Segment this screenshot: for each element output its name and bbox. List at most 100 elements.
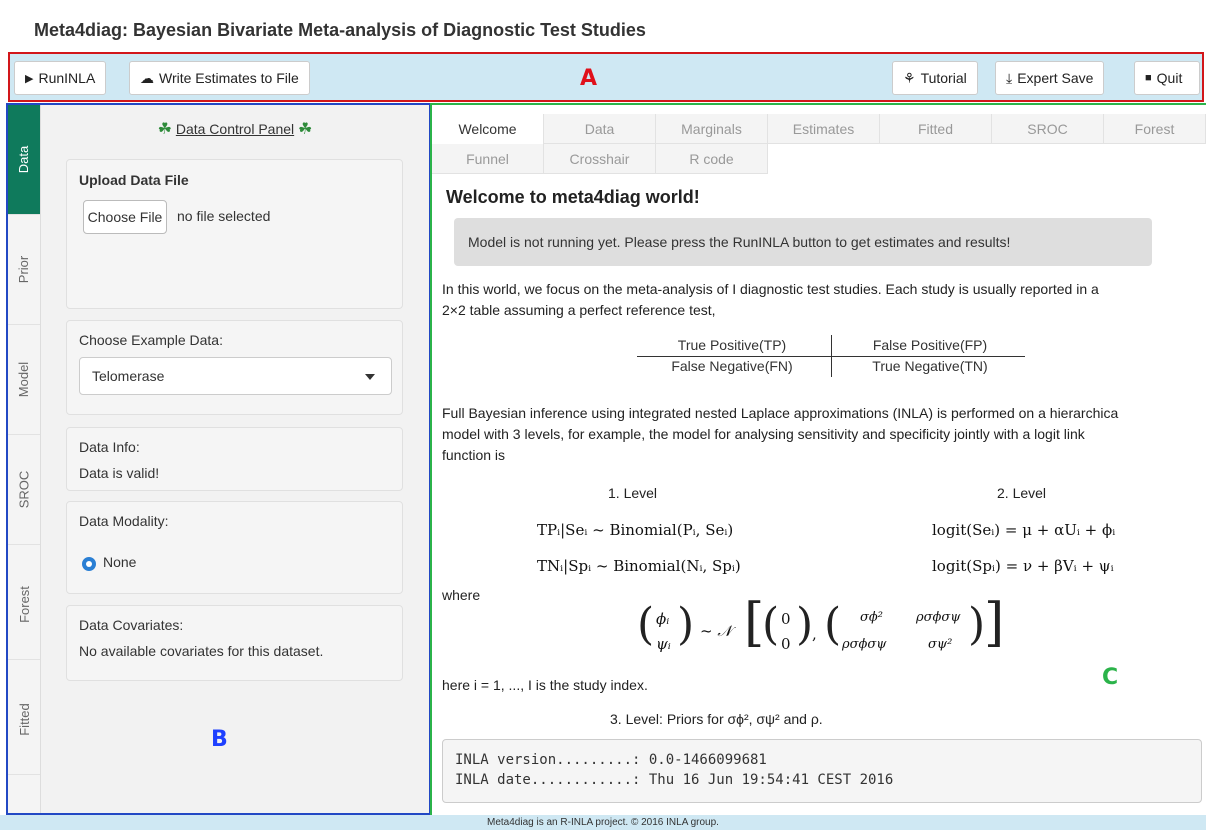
bracket-right: ] <box>984 593 1005 653</box>
run-inla-button[interactable]: ▶ RunINLA <box>14 61 107 95</box>
equation-tn: TNᵢ|Spᵢ ~ Binomial(Nᵢ, Spᵢ) <box>537 557 741 575</box>
main-tabs-row-2: Funnel Crosshair R code <box>432 144 1206 174</box>
side-tab-label: Fitted <box>16 703 32 736</box>
play-icon: ▶ <box>25 72 34 85</box>
download-icon: ⤓ <box>1006 69 1013 86</box>
covariates-label: Data Covariates: <box>79 617 184 633</box>
cloud-download-icon: ☁ <box>140 69 154 86</box>
paren-right-2: ) <box>796 599 814 650</box>
tab-data[interactable]: Data <box>544 114 656 144</box>
status-alert: Model is not running yet. Please press t… <box>454 218 1152 266</box>
level-2-heading: 2. Level <box>997 485 1047 501</box>
region-label-c: C <box>1102 665 1119 690</box>
matrix-rho-bottom: ρσϕσψ <box>842 637 887 652</box>
example-well: Choose Example Data: Telomerase <box>66 320 403 415</box>
quit-label: Quit <box>1156 70 1183 86</box>
write-estimates-button[interactable]: ☁ Write Estimates to File <box>129 61 310 95</box>
table-cell-fp: False Positive(FP) <box>872 337 988 353</box>
side-tab-model[interactable]: Model <box>8 325 40 435</box>
table-divider-v <box>831 335 832 377</box>
side-tab-sroc[interactable]: SROC <box>8 435 40 545</box>
quit-button[interactable]: ■ Quit <box>1134 61 1200 95</box>
matrix-sigma-phi-sq: σϕ² <box>860 610 883 625</box>
paren-left-2: ( <box>762 599 780 650</box>
side-tab-fitted[interactable]: Fitted <box>8 665 40 775</box>
covariates-value: No available covariates for this dataset… <box>79 643 324 659</box>
comma: , <box>812 625 817 643</box>
intro-line-2: 2×2 table assuming a perfect reference t… <box>442 302 716 318</box>
tutorial-icon: ⚘ <box>903 69 916 86</box>
side-tab-label: Forest <box>16 586 32 623</box>
inla-line-3: function is <box>442 447 506 463</box>
paren-left: ( <box>637 599 655 650</box>
tab-r-code[interactable]: R code <box>656 144 768 174</box>
info-value: Data is valid! <box>79 465 160 481</box>
modality-label: Data Modality: <box>79 513 169 529</box>
table-cell-fn: False Negative(FN) <box>671 358 793 374</box>
paren-right: ) <box>677 599 695 650</box>
modality-radio[interactable] <box>82 557 96 571</box>
matrix-rho-top: ρσϕσψ <box>916 610 961 625</box>
level-3-line: 3. Level: Priors for σϕ², σψ² and ρ. <box>610 711 823 727</box>
index-line: here i = 1, ..., I is the study index. <box>442 677 648 693</box>
covariates-well: Data Covariates: No available covariates… <box>66 605 403 681</box>
tab-welcome[interactable]: Welcome <box>432 114 544 144</box>
side-tab-prior[interactable]: Prior <box>8 215 40 325</box>
stop-icon: ■ <box>1145 72 1152 84</box>
side-tab-label: Prior <box>16 255 32 284</box>
choose-file-button[interactable]: Choose File <box>83 200 167 234</box>
no-file-text: no file selected <box>177 208 271 224</box>
app-title: Meta4diag: Bayesian Bivariate Meta-analy… <box>34 20 646 40</box>
tab-sroc[interactable]: SROC <box>992 114 1104 144</box>
matrix-sigma-psi-sq: σψ² <box>928 637 953 652</box>
normal-symbol: ~ 𝒩 <box>700 622 732 640</box>
matrix-zero-2: 0 <box>781 635 791 653</box>
tab-forest[interactable]: Forest <box>1104 114 1206 144</box>
region-label-a: A <box>580 66 598 91</box>
matrix-psi: ψᵢ <box>656 635 671 653</box>
tab-fitted[interactable]: Fitted <box>880 114 992 144</box>
side-tab-label: Model <box>16 361 32 398</box>
expert-save-label: Expert Save <box>1017 70 1094 86</box>
data-control-panel: ☘ Data Control Panel ☘ Upload Data File … <box>41 105 429 813</box>
run-inla-label: RunINLA <box>38 70 96 86</box>
tab-crosshair[interactable]: Crosshair <box>544 144 656 174</box>
inla-version-line: INLA version.........: 0.0-1466099681 <box>455 752 767 768</box>
side-tab-label: SROC <box>16 470 32 509</box>
tab-funnel[interactable]: Funnel <box>432 144 544 174</box>
clover-icon: ☘ <box>157 121 172 138</box>
main-tabs-row-1: Welcome Data Marginals Estimates Fitted … <box>432 114 1206 144</box>
table-cell-tp: True Positive(TP) <box>677 337 787 353</box>
contingency-table: True Positive(TP) False Positive(FP) Fal… <box>637 335 1025 377</box>
example-select[interactable]: Telomerase <box>79 357 392 395</box>
paren-right-3: ) <box>968 599 986 650</box>
equation-sp: logit(Spᵢ) = ν + βVᵢ + ψᵢ <box>932 557 1114 575</box>
matrix-phi: ϕᵢ <box>656 610 670 628</box>
inla-version-output: INLA version.........: 0.0-1466099681 IN… <box>442 739 1202 803</box>
equation-tp: TPᵢ|Seᵢ ~ Binomial(Pᵢ, Seᵢ) <box>537 521 734 539</box>
caret-down-icon <box>365 374 375 380</box>
table-cell-tn: True Negative(TN) <box>872 358 988 374</box>
left-panel: Data Prior Model SROC Forest Fitted ☘ Da… <box>6 103 431 815</box>
clover-icon: ☘ <box>298 121 313 138</box>
equation-se: logit(Seᵢ) = μ + αUᵢ + ϕᵢ <box>932 521 1116 539</box>
panel-title: ☘ Data Control Panel ☘ <box>41 119 429 139</box>
example-selected: Telomerase <box>92 368 165 384</box>
side-tab-forest[interactable]: Forest <box>8 550 40 660</box>
level-1-heading: 1. Level <box>608 485 658 501</box>
info-well: Data Info: Data is valid! <box>66 427 403 491</box>
welcome-heading: Welcome to meta4diag world! <box>446 187 700 207</box>
tab-marginals[interactable]: Marginals <box>656 114 768 144</box>
side-tabs: Data Prior Model SROC Forest Fitted <box>8 105 41 813</box>
panel-title-text: Data Control Panel <box>175 121 295 137</box>
expert-save-button[interactable]: ⤓ Expert Save <box>995 61 1105 95</box>
intro-line-1: In this world, we focus on the meta-anal… <box>442 281 1099 297</box>
tutorial-button[interactable]: ⚘ Tutorial <box>892 61 978 95</box>
upload-title: Upload Data File <box>79 172 189 188</box>
tab-estimates[interactable]: Estimates <box>768 114 880 144</box>
example-label: Choose Example Data: <box>79 332 223 348</box>
side-tab-label: Data <box>16 145 32 174</box>
upload-well: Upload Data File Choose File no file sel… <box>66 159 403 309</box>
modality-option: None <box>103 554 137 570</box>
side-tab-data[interactable]: Data <box>8 105 40 215</box>
